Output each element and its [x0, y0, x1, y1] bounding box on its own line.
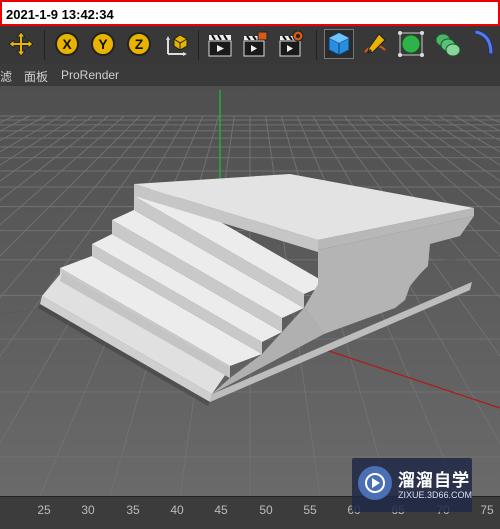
x-axis-lock-button[interactable]: X [52, 29, 82, 59]
deformer-button[interactable] [468, 29, 498, 59]
ruler-label: 50 [259, 503, 273, 517]
cube-icon [328, 32, 350, 56]
main-toolbar: X Y Z [0, 26, 500, 65]
z-axis-icon: Z [127, 32, 151, 56]
ruler-label: 55 [303, 503, 317, 517]
coordinate-system-icon [166, 34, 188, 56]
timestamp-label: 2021-1-9 13:42:34 [0, 0, 500, 26]
ruler-label: 25 [37, 503, 51, 517]
clapperboard-gear-icon [279, 30, 304, 57]
bend-deformer-icon [474, 30, 494, 55]
watermark: 溜溜自学 ZIXUE.3D66.COM [352, 458, 472, 512]
3d-viewport[interactable] [0, 86, 500, 496]
cloner-button[interactable] [432, 29, 462, 59]
cube-primitive-button[interactable] [324, 29, 354, 59]
pen-spline-button[interactable] [360, 29, 390, 59]
viewport-menubar: 滤 面板 ProRender [0, 64, 500, 87]
subdivision-surface-button[interactable] [396, 29, 426, 59]
z-axis-lock-button[interactable]: Z [124, 29, 154, 59]
ruler-label: 45 [214, 503, 228, 517]
watermark-url: ZIXUE.3D66.COM [398, 490, 473, 500]
render-settings-button[interactable] [276, 29, 306, 59]
subdivision-icon [398, 31, 424, 57]
viewport-scene [0, 86, 500, 496]
menu-filter[interactable]: 滤 [0, 68, 12, 85]
menu-prorender[interactable]: ProRender [61, 68, 119, 82]
watermark-logo-icon [358, 466, 392, 500]
move-arrows-icon [8, 31, 34, 57]
cloner-spheres-icon [435, 33, 461, 57]
ruler-label: 40 [170, 503, 184, 517]
render-view-button[interactable] [205, 29, 235, 59]
y-axis-icon: Y [91, 32, 115, 56]
ruler-label: 30 [81, 503, 95, 517]
y-axis-lock-button[interactable]: Y [88, 29, 118, 59]
clapperboard-icon [208, 34, 232, 57]
menu-panel[interactable]: 面板 [24, 68, 48, 85]
watermark-title: 溜溜自学 [398, 471, 470, 490]
pen-icon [364, 33, 386, 54]
ruler-label: 35 [126, 503, 140, 517]
move-tool-button[interactable] [6, 29, 36, 59]
render-region-button[interactable] [240, 29, 270, 59]
ruler-label: 75 [480, 503, 494, 517]
clapperboard-region-icon [243, 31, 268, 57]
x-axis-icon: X [55, 32, 79, 56]
coordinate-system-button[interactable] [162, 29, 192, 59]
